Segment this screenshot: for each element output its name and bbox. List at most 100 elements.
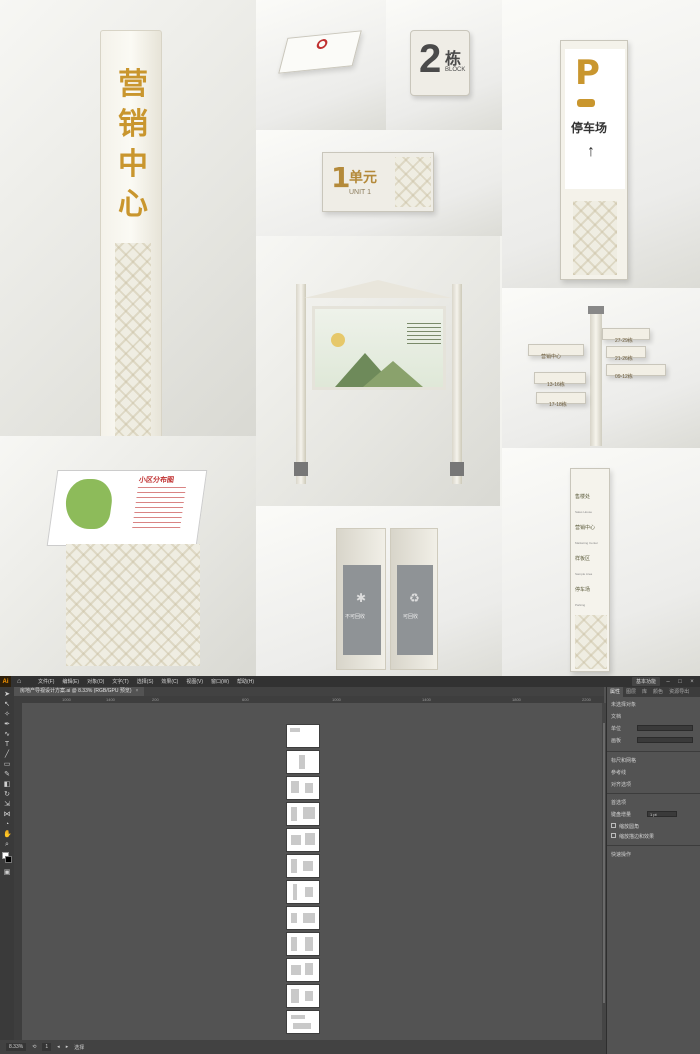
tools-panel: ➤ ↖ ✧ ✒ ∿ T ╱ ▭ ✎ ◧ ↻ ⇲ ⋈ ◔ ✋ ⌕ ▣ — [0, 687, 14, 1047]
stroke-swatch[interactable] — [5, 856, 12, 863]
width-tool-icon[interactable]: ⋈ — [3, 811, 11, 819]
artboard[interactable] — [287, 725, 319, 747]
artboard[interactable] — [287, 777, 319, 799]
arm-sign: 09-12栋 — [606, 364, 666, 380]
ruler-tick: 2200 — [582, 697, 591, 702]
parking-sign: P 停车场 ↑ — [560, 40, 628, 280]
panel-block-sign: 2 栋 BLOCK — [386, 0, 502, 130]
curvature-tool-icon[interactable]: ∿ — [3, 731, 11, 739]
artboard[interactable] — [287, 803, 319, 825]
artboard[interactable] — [287, 1011, 319, 1033]
board-foot-right — [450, 462, 464, 476]
artboard-thumb — [291, 859, 297, 873]
artboard-nav-next-icon[interactable]: ▸ — [66, 1044, 69, 1050]
wayfinding-list: 售楼处 Sales House 营销中心 Marketing Center 样板区 S… — [575, 493, 609, 617]
artboard-canvas[interactable] — [22, 703, 602, 1040]
scale-tool-icon[interactable]: ⇲ — [3, 801, 11, 809]
menu-file[interactable]: 文件(F) — [34, 678, 58, 685]
artboard-thumb — [305, 991, 313, 1001]
close-icon[interactable]: × — [688, 679, 696, 685]
block-sign: 2 栋 BLOCK — [410, 30, 470, 96]
hand-tool-icon[interactable]: ✋ — [3, 831, 12, 839]
menu-help[interactable]: 帮助(H) — [233, 678, 258, 685]
line-tool-icon[interactable]: ╱ — [3, 751, 11, 759]
tower-char: 中 — [118, 147, 148, 182]
maximize-icon[interactable]: □ — [676, 679, 684, 685]
artboard-thumb — [291, 913, 297, 923]
artboard[interactable] — [287, 855, 319, 877]
artboard-thumb — [305, 833, 315, 845]
artboard[interactable] — [287, 907, 319, 929]
menu-window[interactable]: 窗口(W) — [207, 678, 233, 685]
parking-sign-face: P 停车场 ↑ — [565, 49, 625, 189]
rotate-view-icon[interactable]: ⟲ — [32, 1044, 36, 1050]
rulers-heading: 标尺和网格 — [611, 758, 637, 764]
artboard-thumb — [305, 887, 313, 897]
wayfinding-sub: Sample Area — [575, 572, 593, 576]
eraser-tool-icon[interactable]: ◧ — [3, 781, 11, 789]
vertical-ruler — [14, 696, 22, 1040]
workspace-switcher[interactable]: 基本功能 — [631, 677, 660, 686]
artboard[interactable] — [287, 829, 319, 851]
menu-type[interactable]: 文字(T) — [108, 678, 132, 685]
menu-effect[interactable]: 效果(C) — [157, 678, 182, 685]
artboard-thumb — [290, 728, 300, 732]
wayfinding-item: 样板区 Sample Area — [575, 555, 609, 580]
menu-object[interactable]: 对象(O) — [83, 678, 108, 685]
artboard[interactable] — [287, 959, 319, 981]
zoom-tool-icon[interactable]: ⌕ — [3, 841, 11, 849]
artboard[interactable] — [287, 751, 319, 773]
artboard-nav-prev-icon[interactable]: ◂ — [57, 1044, 60, 1050]
menu-view[interactable]: 视图(V) — [182, 678, 207, 685]
tab-properties[interactable]: 属性 — [607, 687, 624, 697]
tab-color[interactable]: 颜色 — [650, 687, 666, 697]
menu-edit[interactable]: 编辑(E) — [58, 678, 83, 685]
pen-tool-icon[interactable]: ✒ — [3, 721, 11, 729]
units-select[interactable] — [637, 725, 693, 731]
brush-tool-icon[interactable]: ✎ — [3, 771, 11, 779]
artboard-thumb — [303, 807, 315, 819]
wayfinding-label: 停车场 — [575, 587, 591, 593]
artboard-select[interactable] — [637, 737, 693, 743]
document-tab[interactable]: 房地产导视设计方案.ai @ 8.33% (RGB/GPU 预览) × — [14, 687, 145, 696]
panel-desk-sign — [256, 0, 386, 130]
panel-map-board: 小区分布图 — [0, 436, 256, 676]
home-icon[interactable]: ⌂ — [17, 677, 26, 686]
artboard[interactable] — [287, 881, 319, 903]
minimize-icon[interactable]: – — [664, 679, 672, 685]
board-post-left — [296, 284, 306, 484]
wayfinding-label: 售楼处 — [575, 494, 591, 500]
block-number: 2 — [419, 37, 442, 81]
tab-libraries[interactable]: 库 — [639, 687, 650, 697]
rotate-tool-icon[interactable]: ↻ — [3, 791, 11, 799]
panel-bins: ✱ 不可回收 ♻ 可回收 — [256, 506, 502, 676]
rectangle-tool-icon[interactable]: ▭ — [3, 761, 11, 769]
wayfinding-sub: Marketing Center — [575, 541, 599, 545]
selection-tool-icon[interactable]: ➤ — [3, 691, 11, 699]
tab-asset-export[interactable]: 资源导出 — [666, 687, 692, 697]
type-tool-icon[interactable]: T — [3, 741, 11, 749]
tab-close-icon[interactable]: × — [135, 688, 138, 694]
tab-layers[interactable]: 图层 — [623, 687, 639, 697]
scale-strokes-checkbox[interactable] — [611, 833, 616, 838]
scale-corners-checkbox[interactable] — [611, 823, 616, 828]
direct-selection-tool-icon[interactable]: ↖ — [3, 701, 11, 709]
wayfinding-label: 样板区 — [575, 556, 591, 562]
magic-wand-icon[interactable]: ✧ — [3, 711, 11, 719]
screen-mode-icon[interactable]: ▣ — [3, 869, 11, 877]
bin-right-body: ♻ 可回收 — [397, 565, 433, 655]
artboard[interactable] — [287, 985, 319, 1007]
board-roof — [304, 280, 452, 298]
wayfinding-item: 营销中心 Marketing Center — [575, 524, 609, 549]
artboard-thumb — [303, 861, 313, 871]
artboard-nav-field[interactable]: 1 — [42, 1043, 52, 1051]
artboard-thumb — [291, 835, 301, 845]
app-logo: Ai — [0, 676, 11, 687]
artboard[interactable] — [287, 933, 319, 955]
keyboard-increment-input[interactable]: 1 pt — [647, 811, 677, 817]
menu-select[interactable]: 选择(S) — [133, 678, 158, 685]
scrollbar-thumb[interactable] — [603, 723, 605, 1003]
keyboard-increment-label: 键盘增量 — [611, 812, 632, 818]
shape-builder-icon[interactable]: ◔ — [3, 821, 11, 829]
zoom-field[interactable]: 8.33% — [6, 1043, 27, 1051]
